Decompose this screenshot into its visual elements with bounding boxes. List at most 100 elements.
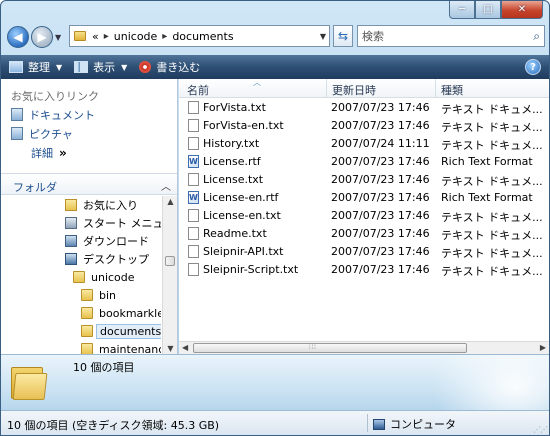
scroll-down-icon[interactable]: ▼ [163, 344, 178, 353]
more-label: 詳細 [31, 146, 53, 160]
column-divider[interactable] [435, 79, 436, 98]
tree-item-desktop[interactable]: デスクトップ [1, 250, 161, 268]
folders-header[interactable]: フォルダ ︿ [1, 173, 177, 195]
scrollbar-thumb[interactable] [193, 343, 467, 353]
chevron-down-icon: ▼ [121, 62, 128, 72]
file-type: テキスト ドキュメ... [441, 265, 543, 278]
tree-item-label: ダウンロード [83, 235, 149, 248]
tree-item-downloads[interactable]: ダウンロード [1, 232, 161, 250]
command-bar: 整理 ▼ 表示 ▼ 書き込む ? [1, 55, 549, 79]
chevron-up-icon[interactable]: ︿ [161, 178, 171, 193]
file-row[interactable]: History.txt 2007/07/24 11:11 テキスト ドキュメ..… [179, 135, 549, 153]
maximize-button[interactable]: □ [475, 1, 501, 19]
favorites-folder-icon [65, 199, 77, 211]
breadcrumb-unicode[interactable]: unicode [114, 30, 158, 43]
documents-icon [11, 108, 23, 121]
address-dropdown-icon[interactable]: ▼ [320, 32, 326, 41]
file-date: 2007/07/23 17:46 [331, 101, 430, 114]
more-links[interactable]: 詳細 » [1, 143, 177, 162]
tree-item-favorites[interactable]: お気に入り [1, 196, 161, 214]
refresh-button[interactable]: ⇆ [333, 25, 353, 47]
recent-pages-dropdown[interactable]: ▼ [55, 33, 65, 42]
breadcrumb-overflow[interactable]: « [92, 30, 99, 43]
tree-item-bin[interactable]: bin [1, 286, 161, 304]
text-file-icon [188, 101, 199, 114]
text-file-icon [188, 227, 199, 240]
file-type: テキスト ドキュメ... [441, 229, 543, 242]
organize-button[interactable]: 整理 ▼ [9, 59, 62, 75]
favorite-link-label: ピクチャ [29, 127, 73, 141]
resize-grip-icon[interactable]: ⋰⋰ [533, 425, 548, 434]
breadcrumb-separator[interactable]: ▸ [162, 31, 167, 42]
help-button[interactable]: ? [525, 59, 541, 75]
tree-item-label: スタート メニュー [83, 217, 161, 230]
file-type: テキスト ドキュメ... [441, 139, 543, 152]
desktop-icon [65, 253, 77, 265]
burn-button[interactable]: 書き込む [139, 59, 200, 75]
scrollbar-thumb[interactable] [165, 256, 175, 266]
folder-tree-scrollbar[interactable]: ▲ ▼ [162, 196, 177, 354]
column-header-modified[interactable]: 更新日時 [332, 82, 376, 98]
close-button[interactable]: ✕ [501, 1, 543, 19]
file-row[interactable]: Sleipnir-API.txt 2007/07/23 17:46 テキスト ド… [179, 243, 549, 261]
rtf-file-icon [188, 191, 199, 204]
breadcrumb-documents[interactable]: documents [172, 30, 233, 43]
text-file-icon [188, 173, 199, 186]
file-row[interactable]: License.txt 2007/07/23 17:46 テキスト ドキュメ..… [179, 171, 549, 189]
search-input[interactable]: 検索 [362, 28, 384, 44]
folder-icon [81, 307, 93, 319]
file-date: 2007/07/23 17:46 [331, 263, 430, 276]
decorative-glow [419, 355, 549, 410]
tree-item-start-menu[interactable]: スタート メニュー [1, 214, 161, 232]
file-row[interactable]: ForVista-en.txt 2007/07/23 17:46 テキスト ドキ… [179, 117, 549, 135]
folder-tree: お気に入り スタート メニュー ダウンロード デスクトップ unicode bi… [1, 196, 161, 354]
text-file-icon [188, 137, 199, 150]
tree-item-documents[interactable]: documents [1, 322, 161, 340]
column-header-type[interactable]: 種類 [441, 82, 463, 98]
navigation-pane: お気に入りリンク ドキュメント ピクチャ 詳細 » フォルダ ︿ お気に入り ス… [1, 79, 178, 354]
column-divider[interactable] [326, 79, 327, 98]
scroll-up-icon[interactable]: ▲ [163, 197, 178, 206]
favorite-link-documents[interactable]: ドキュメント [1, 105, 177, 124]
tree-item-unicode[interactable]: unicode [1, 268, 161, 286]
breadcrumb-separator[interactable]: ▸ [104, 31, 109, 42]
favorite-link-label: ドキュメント [29, 108, 95, 122]
file-name: ForVista.txt [203, 101, 266, 114]
scroll-right-icon[interactable]: ▶ [540, 343, 546, 352]
views-icon [74, 61, 89, 73]
status-location: コンピュータ [373, 416, 456, 432]
file-name: License-en.rtf [203, 191, 279, 204]
search-icon[interactable]: ⌕ [533, 29, 540, 44]
file-type: テキスト ドキュメ... [441, 121, 543, 134]
tree-item-bookmarklet[interactable]: bookmarklet [1, 304, 161, 322]
scroll-left-icon[interactable]: ◀ [182, 343, 188, 352]
search-box[interactable]: 検索 ⌕ [357, 25, 545, 47]
file-row[interactable]: Readme.txt 2007/07/23 17:46 テキスト ドキュメ... [179, 225, 549, 243]
file-list-horizontal-scrollbar[interactable]: ◀ ⦙⦙⦙ ▶ [179, 341, 549, 354]
status-divider [367, 414, 368, 432]
burn-disc-icon [139, 61, 152, 73]
views-button[interactable]: 表示 ▼ [74, 59, 127, 75]
file-row[interactable]: License-en.rtf 2007/07/23 17:46 Rich Tex… [179, 189, 549, 207]
forward-button[interactable]: ▶ [31, 26, 53, 48]
file-row[interactable]: Sleipnir-Script.txt 2007/07/23 17:46 テキス… [179, 261, 549, 279]
text-file-icon [188, 245, 199, 258]
file-date: 2007/07/23 17:46 [331, 227, 430, 240]
folder-icon [81, 325, 93, 337]
item-count: 10 個の項目 [73, 361, 135, 374]
favorite-link-pictures[interactable]: ピクチャ [1, 124, 177, 143]
tree-item-maintenance[interactable]: maintenance [1, 340, 161, 354]
chevron-down-icon: ▼ [56, 62, 63, 72]
column-header-name[interactable]: 名前 [187, 82, 209, 98]
file-row[interactable]: License.rtf 2007/07/23 17:46 Rich Text F… [179, 153, 549, 171]
minimize-button[interactable]: ─ [449, 1, 475, 19]
file-name: License.rtf [203, 155, 261, 168]
file-row[interactable]: License-en.txt 2007/07/23 17:46 テキスト ドキュ… [179, 207, 549, 225]
folder-icon [81, 343, 93, 354]
address-bar[interactable]: « ▸ unicode ▸ documents ▼ [69, 25, 330, 47]
pictures-icon [11, 127, 23, 140]
file-row[interactable]: ForVista.txt 2007/07/23 17:46 テキスト ドキュメ.… [179, 99, 549, 117]
tree-item-label: お気に入り [83, 199, 138, 212]
back-button[interactable]: ◀ [7, 26, 29, 48]
explorer-window: ─ □ ✕ ◀ ▶ ▼ « ▸ unicode ▸ documents ▼ ⇆ … [0, 0, 550, 436]
